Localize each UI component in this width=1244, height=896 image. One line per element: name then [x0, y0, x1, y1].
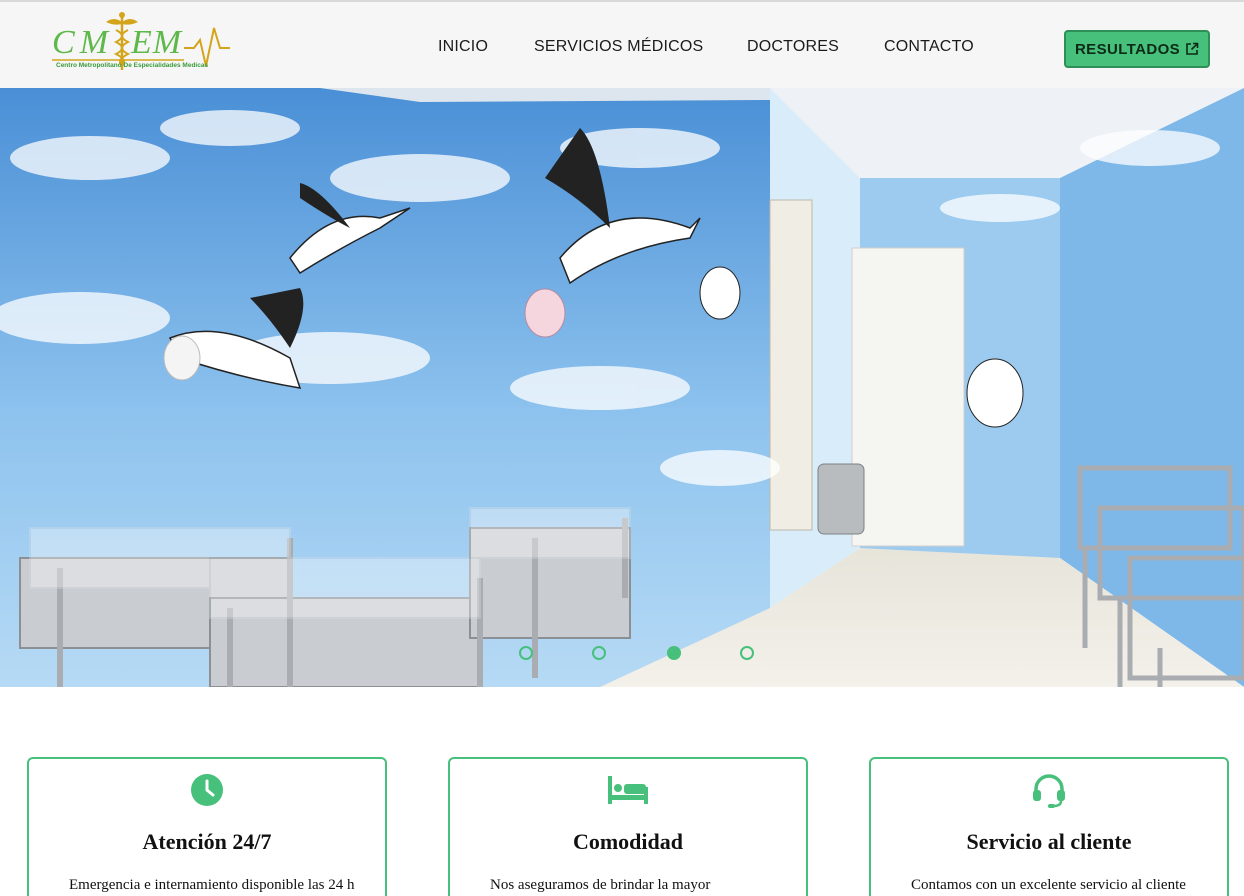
feature-text: Nos aseguramos de brindar la mayor comod… — [490, 877, 711, 893]
feature-card-servicio-cliente: Servicio al cliente Contamos con un exce… — [869, 757, 1229, 896]
feature-text: Emergencia e internamiento disponible la… — [69, 877, 355, 893]
nav-item-inicio[interactable]: INICIO — [438, 38, 488, 56]
resultados-label: RESULTADOS — [1074, 40, 1181, 58]
hero-image-nursery — [0, 88, 1244, 687]
feature-card-comodidad: Comodidad Nos aseguramos de brindar la m… — [448, 757, 808, 896]
feature-title: Comodidad — [572, 829, 684, 854]
hero-carousel[interactable] — [0, 88, 1244, 687]
bed-icon — [608, 776, 648, 804]
nav-item-contacto[interactable]: CONTACTO — [884, 38, 974, 56]
resultados-button[interactable]: RESULTADOS — [1064, 30, 1210, 68]
nav-item-doctores[interactable]: DOCTORES — [747, 38, 839, 56]
carousel-indicators — [0, 646, 1244, 662]
carousel-dot-3[interactable] — [667, 646, 681, 660]
logo-subtitle: Centro Metropolitano De Especialidades M… — [56, 62, 209, 69]
logo-text: C M EM — [52, 24, 183, 61]
carousel-dot-1[interactable] — [519, 646, 533, 660]
headset-icon — [1033, 774, 1065, 808]
carousel-dot-4[interactable] — [740, 646, 754, 660]
carousel-dot-2[interactable] — [592, 646, 606, 660]
feature-title: Atención 24/7 — [142, 829, 272, 854]
feature-text: Contamos con un excelente servicio al cl… — [911, 877, 1186, 893]
nav-item-servicios-medicos[interactable]: SERVICIOS MÉDICOS — [534, 38, 703, 56]
feature-title: Servicio al cliente — [966, 829, 1132, 854]
logo[interactable]: C M EM Centro Metropolitano De Especialida… — [44, 10, 234, 82]
external-link-icon — [1186, 42, 1199, 55]
navbar: C M EM Centro Metropolitano De Especialida… — [0, 0, 1244, 88]
clock-icon — [191, 774, 223, 806]
feature-card-atencion: Atención 24/7 Emergencia e internamiento… — [27, 757, 387, 896]
